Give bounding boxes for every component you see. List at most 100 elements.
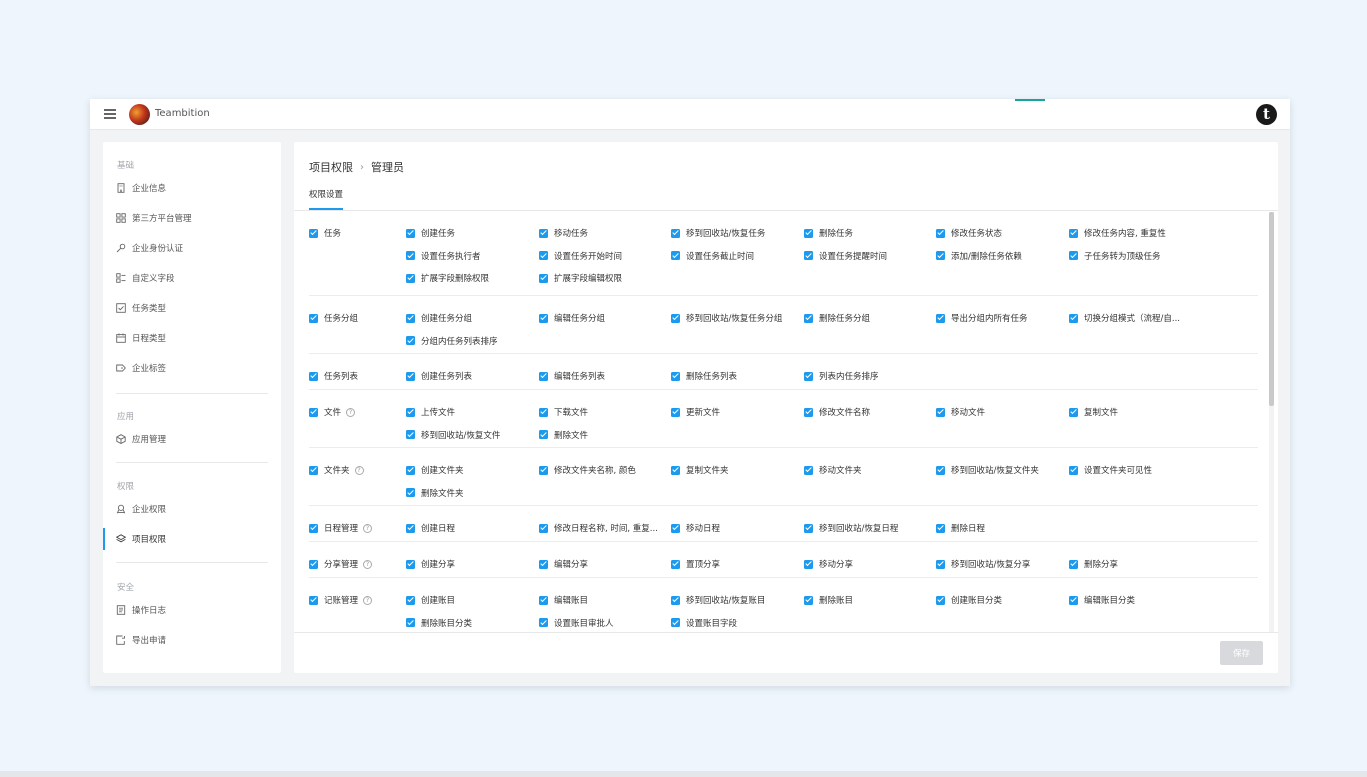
checkbox-checked-icon[interactable] — [539, 559, 548, 569]
checkbox-checked-icon[interactable] — [539, 251, 548, 260]
permission-option[interactable]: 复制文件 — [1069, 406, 1118, 418]
permission-option[interactable]: 删除分享 — [1069, 558, 1118, 570]
checkbox-checked-icon[interactable] — [671, 559, 680, 569]
permission-option[interactable]: 扩展字段编辑权限 — [539, 272, 622, 284]
permission-option[interactable]: 编辑账目分类 — [1069, 594, 1135, 606]
checkbox-checked-icon[interactable] — [936, 228, 945, 238]
checkbox-checked-icon[interactable] — [804, 465, 813, 475]
checkbox-checked-icon[interactable] — [671, 595, 680, 605]
checkbox-checked-icon[interactable] — [406, 488, 415, 497]
checkbox-checked-icon[interactable] — [539, 228, 548, 238]
permission-option[interactable]: 设置任务提醒时间 — [804, 250, 887, 262]
permission-option[interactable]: 移到回收站/恢复文件 — [406, 429, 500, 441]
sidebar-item[interactable]: 应用管理 — [103, 428, 281, 450]
checkbox-checked-icon[interactable] — [406, 430, 415, 439]
permission-category[interactable]: 记账管理? — [309, 594, 373, 606]
checkbox-checked-icon[interactable] — [671, 618, 680, 627]
checkbox-checked-icon[interactable] — [406, 251, 415, 260]
permission-option[interactable]: 移到回收站/恢复任务分组 — [671, 312, 782, 324]
scrollbar-thumb[interactable] — [1269, 212, 1274, 406]
permission-option[interactable]: 删除任务分组 — [804, 312, 870, 324]
permission-option[interactable]: 移动文件夹 — [804, 464, 862, 476]
help-icon[interactable]: ? — [363, 523, 373, 533]
permission-option[interactable]: 更新文件 — [671, 406, 720, 418]
save-button[interactable]: 保存 — [1220, 641, 1263, 665]
permission-option[interactable]: 设置账目审批人 — [539, 617, 614, 629]
permission-option[interactable]: 切换分组模式（流程/自... — [1069, 312, 1180, 324]
permission-option[interactable]: 编辑分享 — [539, 558, 588, 570]
checkbox-checked-icon[interactable] — [1069, 407, 1078, 417]
checkbox-checked-icon[interactable] — [936, 313, 945, 323]
permission-category[interactable]: 文件夹? — [309, 464, 364, 476]
checkbox-checked-icon[interactable] — [309, 313, 318, 323]
checkbox-checked-icon[interactable] — [406, 313, 415, 323]
checkbox-checked-icon[interactable] — [671, 407, 680, 417]
checkbox-checked-icon[interactable] — [936, 595, 945, 605]
permission-option[interactable]: 下载文件 — [539, 406, 588, 418]
permission-option[interactable]: 设置账目字段 — [671, 617, 737, 629]
permission-option[interactable]: 设置文件夹可见性 — [1069, 464, 1152, 476]
permission-option[interactable]: 置顶分享 — [671, 558, 720, 570]
checkbox-checked-icon[interactable] — [1069, 465, 1078, 475]
checkbox-checked-icon[interactable] — [1069, 313, 1078, 323]
permission-option[interactable]: 删除账目分类 — [406, 617, 472, 629]
checkbox-checked-icon[interactable] — [539, 595, 548, 605]
permission-option[interactable]: 创建任务 — [406, 227, 455, 239]
checkbox-checked-icon[interactable] — [804, 523, 813, 533]
sidebar-item[interactable]: 企业标签 — [103, 357, 281, 379]
permission-option[interactable]: 复制文件夹 — [671, 464, 729, 476]
breadcrumb-parent[interactable]: 项目权限 — [309, 159, 353, 175]
checkbox-checked-icon[interactable] — [671, 228, 680, 238]
checkbox-checked-icon[interactable] — [406, 465, 415, 475]
checkbox-checked-icon[interactable] — [539, 465, 548, 475]
permission-option[interactable]: 创建任务分组 — [406, 312, 472, 324]
help-icon[interactable]: ? — [363, 559, 373, 569]
checkbox-checked-icon[interactable] — [309, 228, 318, 238]
permission-option[interactable]: 移到回收站/恢复账目 — [671, 594, 765, 606]
checkbox-checked-icon[interactable] — [309, 595, 318, 605]
permission-option[interactable]: 创建分享 — [406, 558, 455, 570]
permission-option[interactable]: 分组内任务列表排序 — [406, 335, 498, 347]
permission-option[interactable]: 修改任务内容, 重复性 — [1069, 227, 1166, 239]
permission-option[interactable]: 修改任务状态 — [936, 227, 1002, 239]
permission-option[interactable]: 移动文件 — [936, 406, 985, 418]
sidebar-item[interactable]: 企业权限 — [103, 498, 281, 520]
checkbox-checked-icon[interactable] — [406, 595, 415, 605]
permission-option[interactable]: 移到回收站/恢复分享 — [936, 558, 1030, 570]
checkbox-checked-icon[interactable] — [936, 251, 945, 260]
permission-option[interactable]: 创建日程 — [406, 522, 455, 534]
checkbox-checked-icon[interactable] — [1069, 228, 1078, 238]
checkbox-checked-icon[interactable] — [804, 595, 813, 605]
permission-option[interactable]: 修改文件名称 — [804, 406, 870, 418]
permission-category[interactable]: 任务 — [309, 227, 341, 239]
permission-option[interactable]: 创建账目 — [406, 594, 455, 606]
checkbox-checked-icon[interactable] — [671, 371, 680, 381]
checkbox-checked-icon[interactable] — [804, 313, 813, 323]
permission-option[interactable]: 移到回收站/恢复文件夹 — [936, 464, 1039, 476]
permission-option[interactable]: 移到回收站/恢复任务 — [671, 227, 765, 239]
tab-permission-settings[interactable]: 权限设置 — [309, 188, 344, 210]
scrollbar[interactable] — [1269, 212, 1274, 633]
checkbox-checked-icon[interactable] — [671, 465, 680, 475]
permission-option[interactable]: 创建任务列表 — [406, 370, 472, 382]
checkbox-checked-icon[interactable] — [804, 371, 813, 381]
checkbox-checked-icon[interactable] — [1069, 559, 1078, 569]
checkbox-checked-icon[interactable] — [406, 559, 415, 569]
permission-option[interactable]: 删除任务 — [804, 227, 853, 239]
checkbox-checked-icon[interactable] — [309, 523, 318, 533]
permission-category[interactable]: 分享管理? — [309, 558, 373, 570]
sidebar-item[interactable]: 任务类型 — [103, 297, 281, 319]
help-icon[interactable]: ? — [354, 465, 364, 475]
checkbox-checked-icon[interactable] — [539, 618, 548, 627]
checkbox-checked-icon[interactable] — [539, 430, 548, 439]
checkbox-checked-icon[interactable] — [671, 313, 680, 323]
permission-option[interactable]: 设置任务截止时间 — [671, 250, 754, 262]
permission-option[interactable]: 编辑任务分组 — [539, 312, 605, 324]
checkbox-checked-icon[interactable] — [406, 618, 415, 627]
sidebar-item[interactable]: 操作日志 — [103, 599, 281, 621]
sidebar-item[interactable]: 企业信息 — [103, 177, 281, 199]
permission-option[interactable]: 创建账目分类 — [936, 594, 1002, 606]
org-logo[interactable] — [129, 104, 150, 125]
checkbox-checked-icon[interactable] — [406, 407, 415, 417]
checkbox-checked-icon[interactable] — [1069, 595, 1078, 605]
